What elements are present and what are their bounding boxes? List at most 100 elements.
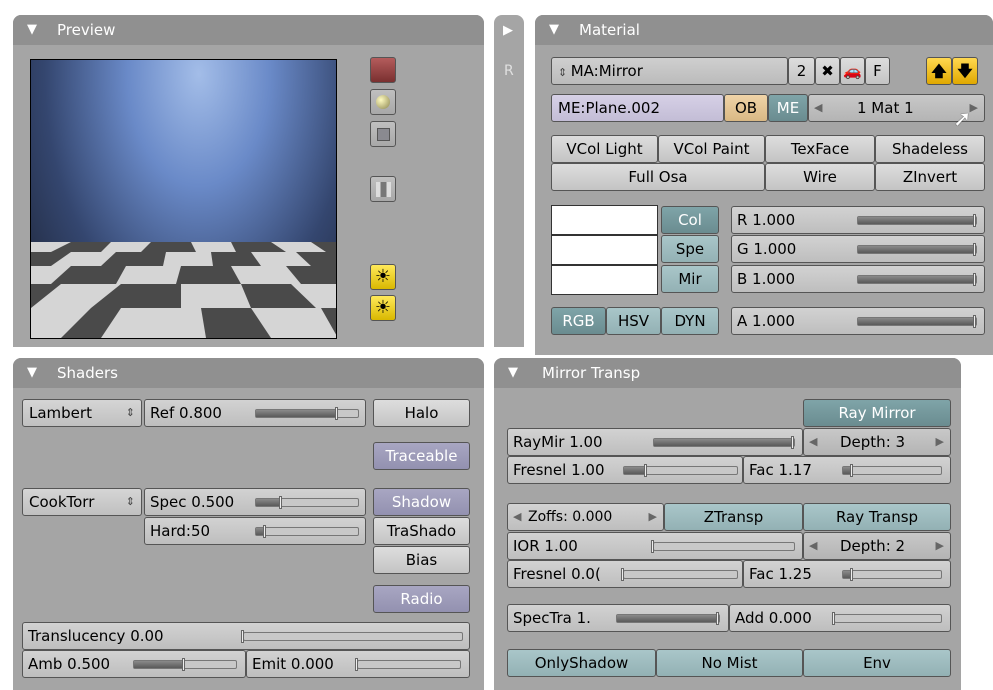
mesh-name-field[interactable]: ME:Plane.002 — [551, 94, 724, 122]
texface-button[interactable]: TexFace — [765, 135, 875, 163]
color-swatch-mir[interactable] — [551, 265, 658, 295]
slider-knob[interactable] — [651, 540, 654, 553]
ior-slider[interactable]: IOR 1.00 — [507, 532, 803, 560]
slider-knob[interactable] — [334, 407, 338, 420]
left-arrow-icon[interactable]: ◀ — [513, 504, 521, 530]
vcol-paint-button[interactable]: VCol Paint — [658, 135, 765, 163]
shadow-button[interactable]: Shadow — [373, 488, 470, 516]
right-arrow-icon[interactable]: ▶ — [936, 533, 944, 559]
slider-knob[interactable] — [716, 612, 719, 625]
auto-name-button[interactable]: 🚗 — [840, 57, 865, 85]
right-arrow-icon[interactable]: ▶ — [649, 504, 657, 530]
material-users-button[interactable]: 2 — [788, 57, 815, 85]
left-arrow-icon[interactable]: ◀ — [814, 95, 822, 121]
link-me-button[interactable]: ME — [768, 94, 808, 122]
full-osa-button[interactable]: Full Osa — [551, 163, 765, 191]
hard-slider[interactable]: Hard:50 — [144, 517, 366, 545]
material-header[interactable]: ▼ Material — [535, 15, 993, 45]
slider-knob[interactable] — [241, 630, 244, 643]
shadeless-button[interactable]: Shadeless — [875, 135, 985, 163]
no-mist-button[interactable]: No Mist — [656, 649, 803, 677]
ray-transp-button[interactable]: Ray Transp — [803, 503, 951, 531]
zinvert-button[interactable]: ZInvert — [875, 163, 985, 191]
fresnel-2-slider[interactable]: Fresnel 0.0( — [507, 560, 743, 588]
dyn-mode-button[interactable]: DYN — [661, 307, 719, 335]
preview-sphere-button[interactable] — [370, 89, 396, 115]
preview-monkey-button[interactable] — [370, 176, 396, 202]
slider-knob[interactable] — [791, 436, 794, 449]
hsv-mode-button[interactable]: HSV — [606, 307, 661, 335]
preview-cube-button[interactable] — [370, 121, 396, 147]
tab-spe[interactable]: Spe — [661, 235, 719, 263]
tab-mir[interactable]: Mir — [661, 265, 719, 293]
slider-knob[interactable] — [849, 464, 853, 477]
ztransp-button[interactable]: ZTransp — [664, 503, 803, 531]
vcol-light-button[interactable]: VCol Light — [551, 135, 658, 163]
rgb-mode-button[interactable]: RGB — [551, 307, 606, 335]
paste-down-button[interactable]: 🡇 — [952, 57, 978, 85]
copy-up-button[interactable]: 🡅 — [926, 57, 952, 85]
slider-knob[interactable] — [973, 273, 976, 286]
light-1-button[interactable]: ☀ — [370, 264, 396, 290]
slider-knob[interactable] — [643, 464, 647, 477]
fac-1-slider[interactable]: Fac 1.17 — [743, 456, 951, 484]
slider-knob[interactable] — [973, 214, 976, 227]
diffuse-shader-menu[interactable]: Lambert ⇕ — [22, 399, 142, 427]
fake-user-button[interactable]: F — [865, 57, 890, 85]
amb-slider[interactable]: Amb 0.500 — [22, 650, 246, 678]
preview-header[interactable]: ▼ Preview — [13, 15, 484, 45]
emit-slider[interactable]: Emit 0.000 — [246, 650, 470, 678]
collapse-triangle-icon[interactable]: ▼ — [508, 358, 518, 388]
slider-knob[interactable] — [849, 568, 853, 581]
bias-button[interactable]: Bias — [373, 546, 470, 574]
wire-button[interactable]: Wire — [765, 163, 875, 191]
ref-slider[interactable]: Ref 0.800 — [144, 399, 366, 427]
g-slider[interactable]: G 1.000 — [731, 235, 985, 263]
color-swatch-spe[interactable] — [551, 235, 658, 265]
material-name-field[interactable]: ⇕ MA:Mirror — [551, 57, 788, 85]
shaders-header[interactable]: ▼ Shaders — [13, 358, 484, 388]
play-triangle-icon[interactable]: ▶ — [503, 23, 513, 38]
slider-knob[interactable] — [832, 612, 835, 625]
color-swatch-col[interactable] — [551, 205, 658, 235]
spec-shader-menu[interactable]: CookTorr ⇕ — [22, 488, 142, 516]
add-slider[interactable]: Add 0.000 — [729, 604, 951, 632]
collapse-triangle-icon[interactable]: ▼ — [549, 15, 559, 45]
r-slider[interactable]: R 1.000 — [731, 206, 985, 234]
slider-knob[interactable] — [182, 658, 185, 671]
onlyshadow-button[interactable]: OnlyShadow — [507, 649, 656, 677]
delete-material-button[interactable]: ✖ — [815, 57, 840, 85]
ray-mirror-button[interactable]: Ray Mirror — [803, 399, 951, 427]
light-2-button[interactable]: ☀ — [370, 295, 396, 321]
slider-knob[interactable] — [263, 525, 267, 538]
alpha-slider[interactable]: A 1.000 — [731, 307, 985, 335]
slider-knob[interactable] — [621, 568, 624, 581]
b-slider[interactable]: B 1.000 — [731, 265, 985, 293]
right-arrow-icon[interactable]: ▶ — [936, 429, 944, 455]
link-ob-button[interactable]: OB — [724, 94, 768, 122]
env-button[interactable]: Env — [803, 649, 951, 677]
fac-2-slider[interactable]: Fac 1.25 — [743, 560, 951, 588]
spec-slider[interactable]: Spec 0.500 — [144, 488, 366, 516]
slider-knob[interactable] — [973, 315, 976, 328]
traceable-button[interactable]: Traceable — [373, 442, 470, 470]
radio-button[interactable]: Radio — [373, 585, 470, 613]
left-arrow-icon[interactable]: ◀ — [809, 429, 817, 455]
slider-knob[interactable] — [355, 658, 358, 671]
slider-knob[interactable] — [973, 243, 976, 256]
fresnel-1-slider[interactable]: Fresnel 1.00 — [507, 456, 743, 484]
halo-button[interactable]: Halo — [373, 399, 470, 427]
collapse-triangle-icon[interactable]: ▼ — [27, 358, 37, 388]
raymir-slider[interactable]: RayMir 1.00 — [507, 428, 803, 456]
collapse-triangle-icon[interactable]: ▼ — [27, 15, 37, 45]
depth-2-field[interactable]: ◀ Depth: 2 ▶ — [803, 532, 951, 560]
tab-col[interactable]: Col — [661, 206, 719, 234]
trashado-button[interactable]: TraShado — [373, 517, 470, 545]
mirror-transp-header[interactable]: ▼ Mirror Transp — [494, 358, 961, 388]
preview-plane-button[interactable] — [370, 57, 396, 83]
slider-knob[interactable] — [278, 496, 282, 509]
depth-1-field[interactable]: ◀ Depth: 3 ▶ — [803, 428, 951, 456]
spectra-slider[interactable]: SpecTra 1. — [507, 604, 729, 632]
translucency-slider[interactable]: Translucency 0.00 — [22, 622, 470, 650]
zoffs-field[interactable]: ◀ Zoffs: 0.000 ▶ — [507, 503, 664, 531]
